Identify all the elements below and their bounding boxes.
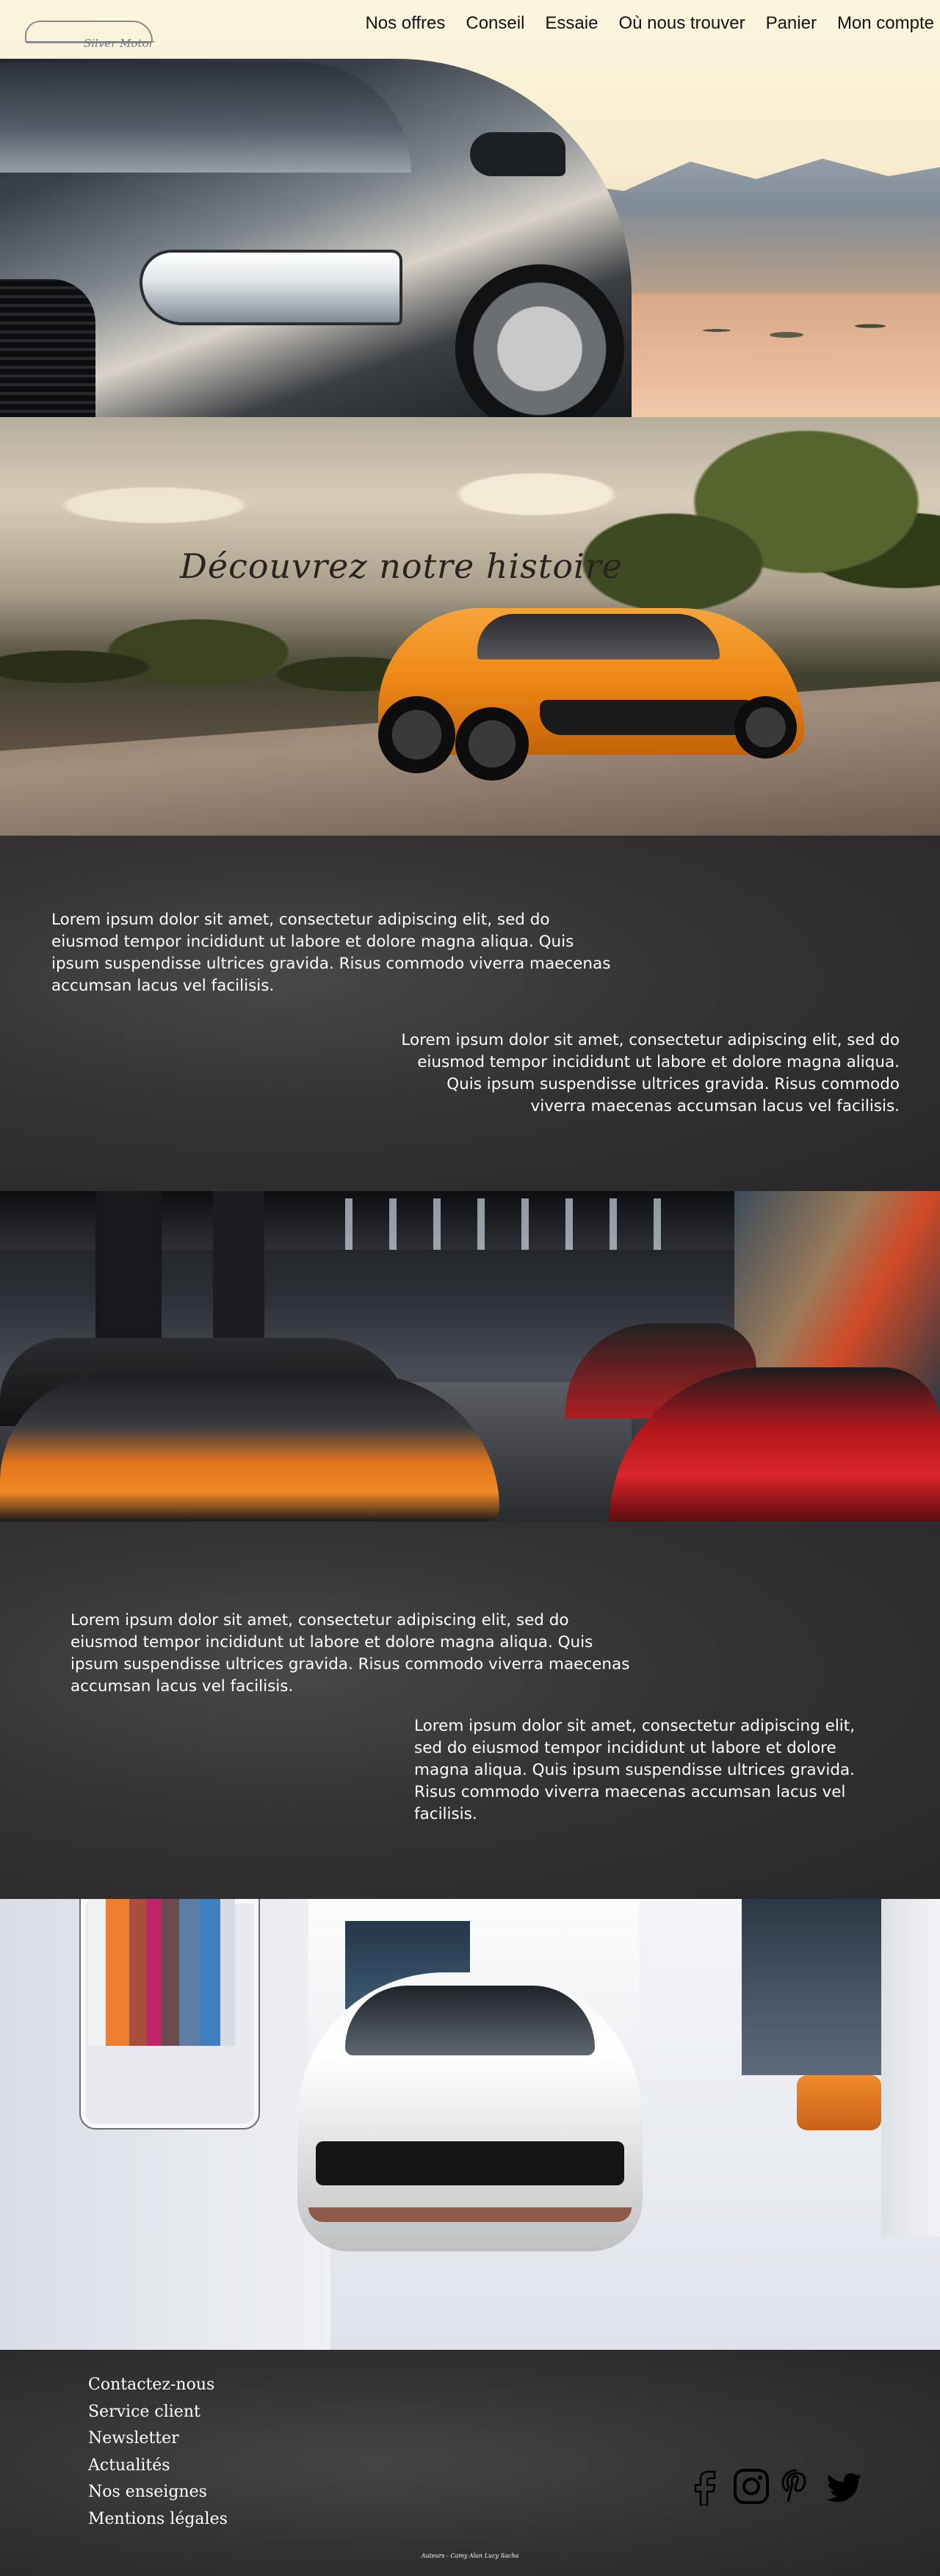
hero-car-windshield (0, 62, 411, 173)
hero-car-mirror (470, 132, 565, 176)
paragraph-left: Lorem ipsum dolor sit amet, consectetur … (70, 1611, 630, 1696)
nav-item-location[interactable]: Où nous trouver (618, 13, 745, 34)
trees-background (661, 308, 940, 352)
footer-link-legal[interactable]: Mentions légales (88, 2506, 228, 2533)
nav-item-account[interactable]: Mon compte (837, 13, 934, 34)
orange-car-wheel (455, 707, 529, 781)
ceiling-lights (323, 1198, 690, 1250)
paragraph-left: Lorem ipsum dolor sit amet, consectetur … (51, 911, 611, 995)
orange-ottoman (797, 2075, 881, 2130)
site-logo[interactable]: Silver Motor (25, 16, 164, 53)
showroom-image (0, 1191, 940, 1522)
logo-text: Silver Motor (84, 37, 154, 50)
showroom-wall (881, 1899, 940, 2237)
nav-item-cart[interactable]: Panier (766, 13, 817, 34)
history-banner: Découvrez notre histoire (0, 417, 940, 836)
footer-link-contact[interactable]: Contactez-nous (88, 2372, 228, 2399)
forest-background (0, 593, 441, 740)
instagram-icon[interactable] (732, 2467, 770, 2506)
text-section-2: Lorem ipsum dolor sit amet, consectetur … (0, 1522, 940, 1899)
footer-link-stores[interactable]: Nos enseignes (88, 2479, 228, 2506)
paragraph-right: Lorem ipsum dolor sit amet, consectetur … (414, 1717, 856, 1823)
footer-links: Contactez-nous Service client Newsletter… (88, 2372, 228, 2533)
history-title: Découvrez notre histoire (180, 546, 623, 586)
white-showroom-image (0, 1899, 940, 2350)
nav-item-offres[interactable]: Nos offres (365, 13, 445, 34)
nav-item-conseil[interactable]: Conseil (466, 13, 524, 34)
white-supercar-lip (308, 2207, 632, 2222)
nav-item-essaie[interactable]: Essaie (545, 13, 598, 34)
paragraph-right: Lorem ipsum dolor sit amet, consectetur … (401, 1031, 900, 1115)
glass-office (742, 1899, 889, 2075)
footer-link-newsletter[interactable]: Newsletter (88, 2425, 228, 2453)
hero-car-grille (0, 279, 95, 417)
footer-credit: Auteurs - Camy Alan Lucy Sacha (421, 2553, 519, 2559)
footer: Contactez-nous Service client Newsletter… (0, 2350, 940, 2576)
text-section-1: Lorem ipsum dolor sit amet, consectetur … (0, 836, 940, 1191)
hero-banner (0, 0, 940, 417)
main-nav: Nos offres Conseil Essaie Où nous trouve… (344, 13, 934, 34)
color-swatches (88, 1899, 235, 2046)
white-supercar-grille (316, 2141, 624, 2185)
twitter-icon[interactable] (823, 2467, 867, 2506)
white-supercar-windshield (345, 1986, 595, 2055)
footer-link-news[interactable]: Actualités (88, 2453, 228, 2480)
orange-supercar (0, 1375, 499, 1522)
hero-car-headlight (140, 250, 402, 325)
facebook-icon[interactable] (687, 2467, 725, 2506)
cloud (44, 483, 264, 527)
orange-car-wheel (378, 696, 455, 773)
footer-link-service[interactable]: Service client (88, 2399, 228, 2426)
pinterest-icon[interactable] (778, 2467, 816, 2506)
social-icons (687, 2467, 867, 2506)
orange-car-intake (540, 700, 753, 735)
orange-car-wheel (734, 696, 797, 759)
orange-car-windshield (477, 614, 720, 659)
